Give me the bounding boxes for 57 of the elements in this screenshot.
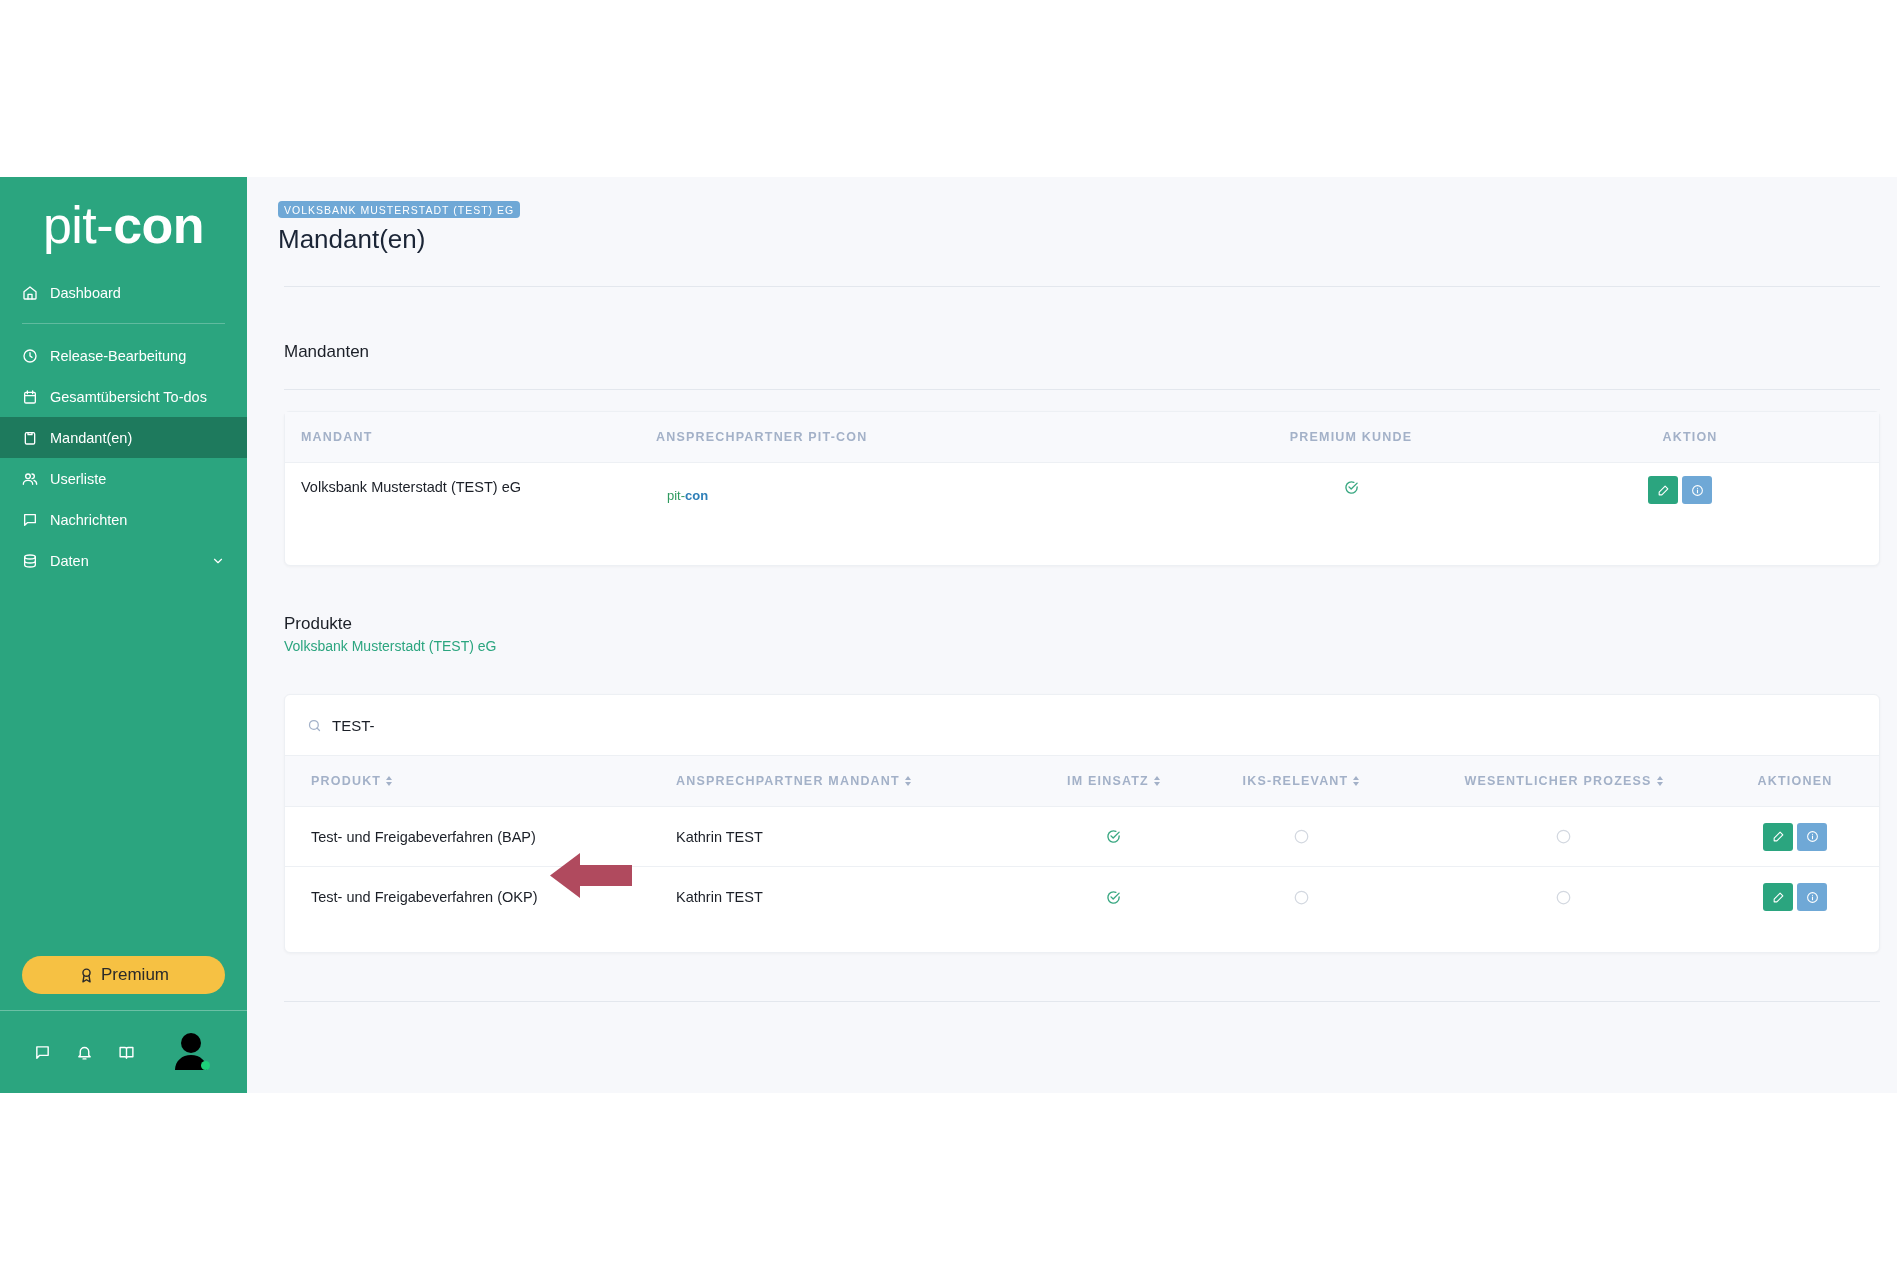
sort-icon[interactable]	[1153, 776, 1160, 786]
client-badge: VOLKSBANK MUSTERSTADT (TEST) EG	[278, 201, 521, 218]
edit-button[interactable]	[1763, 883, 1793, 911]
info-button[interactable]	[1682, 476, 1712, 504]
calendar-icon	[22, 388, 38, 405]
home-icon	[22, 284, 38, 301]
table-cell: Test- und Freigabeverfahren (OKP)	[311, 889, 538, 905]
table-cell: Kathrin TEST	[676, 889, 763, 905]
premium-button[interactable]: Premium	[22, 956, 225, 994]
column-header[interactable]: ANSPRECHPARTNER MANDANT	[676, 774, 900, 788]
sidebar-item[interactable]: Dashboard	[0, 272, 247, 313]
info-icon	[1805, 890, 1819, 904]
logo: pit-con	[42, 194, 205, 255]
pencil-icon	[1771, 890, 1785, 904]
company-logo: pit-con	[667, 488, 709, 505]
column-header[interactable]: WESENTLICHER PROZESS	[1464, 774, 1652, 788]
sidebar-item[interactable]: Gesamtübersicht To-dos	[0, 376, 247, 417]
sidebar-item[interactable]: Mandant(en)	[0, 417, 247, 458]
sort-icon[interactable]	[386, 776, 393, 786]
clock-icon	[22, 347, 38, 364]
section-title: Mandanten	[284, 342, 371, 362]
column-header: ANSPRECHPARTNER PIT-CON	[641, 412, 1201, 463]
table-cell: Kathrin TEST	[676, 828, 763, 845]
info-icon	[1690, 483, 1704, 497]
database-icon	[22, 552, 38, 569]
chat-icon[interactable]	[34, 1043, 51, 1061]
sidebar-item[interactable]: Nachrichten	[0, 499, 247, 540]
edit-button[interactable]	[1763, 822, 1793, 851]
column-header: AKTIONEN	[1757, 774, 1833, 788]
clipboard-icon	[22, 429, 38, 446]
sidebar-item[interactable]: Daten	[0, 540, 247, 581]
chat-icon	[22, 511, 38, 528]
search-icon	[307, 717, 322, 733]
sort-icon[interactable]	[1656, 776, 1663, 786]
table-cell-text: Volksbank Musterstadt (TEST) eG	[301, 479, 521, 497]
section-subtitle: Volksbank Musterstadt (TEST) eG	[284, 638, 498, 654]
users-icon	[22, 470, 38, 487]
sidebar-item[interactable]: Release-Bearbeitung	[0, 335, 247, 376]
column-header[interactable]: IKS-RELEVANT	[1242, 774, 1349, 788]
column-header[interactable]: IM EINSATZ	[1067, 774, 1149, 788]
info-button[interactable]	[1797, 883, 1827, 911]
pencil-icon	[1656, 483, 1670, 497]
avatar[interactable]	[174, 1032, 210, 1072]
sort-icon[interactable]	[904, 776, 911, 786]
column-header: PREMIUM KUNDE	[1201, 412, 1501, 463]
info-icon	[1805, 830, 1819, 843]
page-title: Mandant(en)	[278, 224, 427, 255]
sidebar-item[interactable]: Userliste	[0, 458, 247, 499]
section-title: Produkte	[284, 614, 354, 634]
table-cell: Test- und Freigabeverfahren (BAP)	[311, 828, 536, 845]
column-header: AKTION	[1501, 412, 1879, 463]
sort-icon[interactable]	[1353, 776, 1360, 786]
pencil-icon	[1771, 830, 1785, 843]
column-header: MANDANT	[285, 412, 641, 463]
info-button[interactable]	[1797, 822, 1827, 851]
column-header[interactable]: PRODUKT	[311, 774, 382, 788]
edit-button[interactable]	[1648, 476, 1678, 504]
